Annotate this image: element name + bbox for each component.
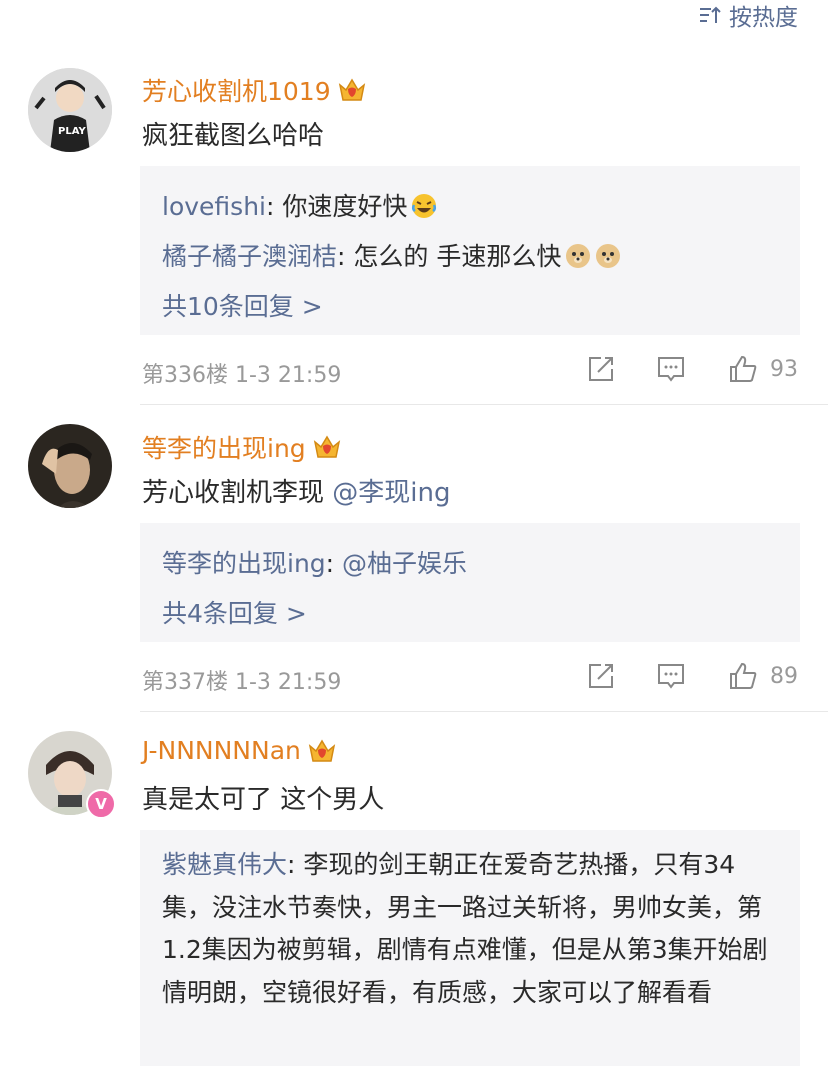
reply-item: 紫魅真伟大: 李现的剑王朝正在爱奇艺热播，只有34集，没注水节奏快，男主一路过关… xyxy=(162,850,768,1007)
avatar[interactable] xyxy=(28,424,112,508)
comment-actions: 89 xyxy=(586,661,800,691)
comment-text: 芳心收割机李现 @李现ing xyxy=(142,478,451,508)
avatar[interactable]: V xyxy=(28,731,116,819)
svg-text:PLAY: PLAY xyxy=(58,126,86,137)
reply-username[interactable]: 紫魅真伟大 xyxy=(162,850,287,879)
avatar-image xyxy=(28,424,112,508)
reply-box[interactable]: lovefishi: 你速度好快 橘子橘子澳润桔: 怎么的 手速那么快 共10条… xyxy=(140,166,800,335)
comment-text: 疯狂截图么哈哈 xyxy=(142,121,325,151)
username[interactable]: 等李的出现ing xyxy=(142,429,342,465)
comment-actions: 93 xyxy=(586,354,800,384)
mention-link[interactable]: @柚子娱乐 xyxy=(342,549,467,578)
divider xyxy=(140,711,828,712)
laughing-tears-emoji-icon xyxy=(412,194,437,218)
floor-timestamp: 第337楼 1-3 21:59 xyxy=(142,670,342,695)
reply-item: 橘子橘子澳润桔: 怎么的 手速那么快 xyxy=(162,232,778,282)
reply-item: lovefishi: 你速度好快 xyxy=(162,182,778,232)
doge-emoji-icon xyxy=(596,244,621,268)
share-icon[interactable] xyxy=(586,661,616,691)
doge-emoji-icon xyxy=(566,244,591,268)
reply-box[interactable]: 等李的出现ing: @柚子娱乐 共4条回复 > xyxy=(140,523,800,642)
verified-badge-icon: V xyxy=(86,789,116,819)
floor-timestamp: 第336楼 1-3 21:59 xyxy=(142,363,342,388)
crown-icon xyxy=(313,435,340,458)
reply-box[interactable]: 紫魅真伟大: 李现的剑王朝正在爱奇艺热播，只有34集，没注水节奏快，男主一路过关… xyxy=(140,830,800,1066)
crown-icon xyxy=(338,78,365,101)
username[interactable]: J-NNNNNNan xyxy=(142,736,337,765)
sort-by-hot-button[interactable]: 按热度 xyxy=(699,0,798,31)
like-count: 89 xyxy=(770,663,798,689)
reply-username[interactable]: 橘子橘子澳润桔 xyxy=(162,242,337,271)
more-replies-link[interactable]: 共4条回复 > xyxy=(162,589,778,639)
divider xyxy=(140,404,828,405)
comment-icon[interactable] xyxy=(656,661,686,691)
like-icon[interactable] xyxy=(728,354,758,384)
username[interactable]: 芳心收割机1019 xyxy=(142,72,367,108)
avatar[interactable]: PLAY xyxy=(28,68,112,152)
reply-username[interactable]: 等李的出现ing xyxy=(162,549,326,578)
comment-text: 真是太可了 这个男人 xyxy=(142,785,385,815)
more-replies-link[interactable]: 共10条回复 > xyxy=(162,282,778,332)
avatar-image: PLAY xyxy=(28,68,112,152)
like-icon[interactable] xyxy=(728,661,758,691)
sort-icon xyxy=(700,6,721,23)
sort-label: 按热度 xyxy=(729,5,798,31)
reply-item: 等李的出现ing: @柚子娱乐 xyxy=(162,549,468,578)
crown-icon xyxy=(308,739,336,762)
like-count: 93 xyxy=(770,356,798,382)
comment-icon[interactable] xyxy=(656,354,686,384)
share-icon[interactable] xyxy=(586,354,616,384)
reply-username[interactable]: lovefishi xyxy=(162,192,266,221)
mention-link[interactable]: @李现ing xyxy=(332,478,450,508)
